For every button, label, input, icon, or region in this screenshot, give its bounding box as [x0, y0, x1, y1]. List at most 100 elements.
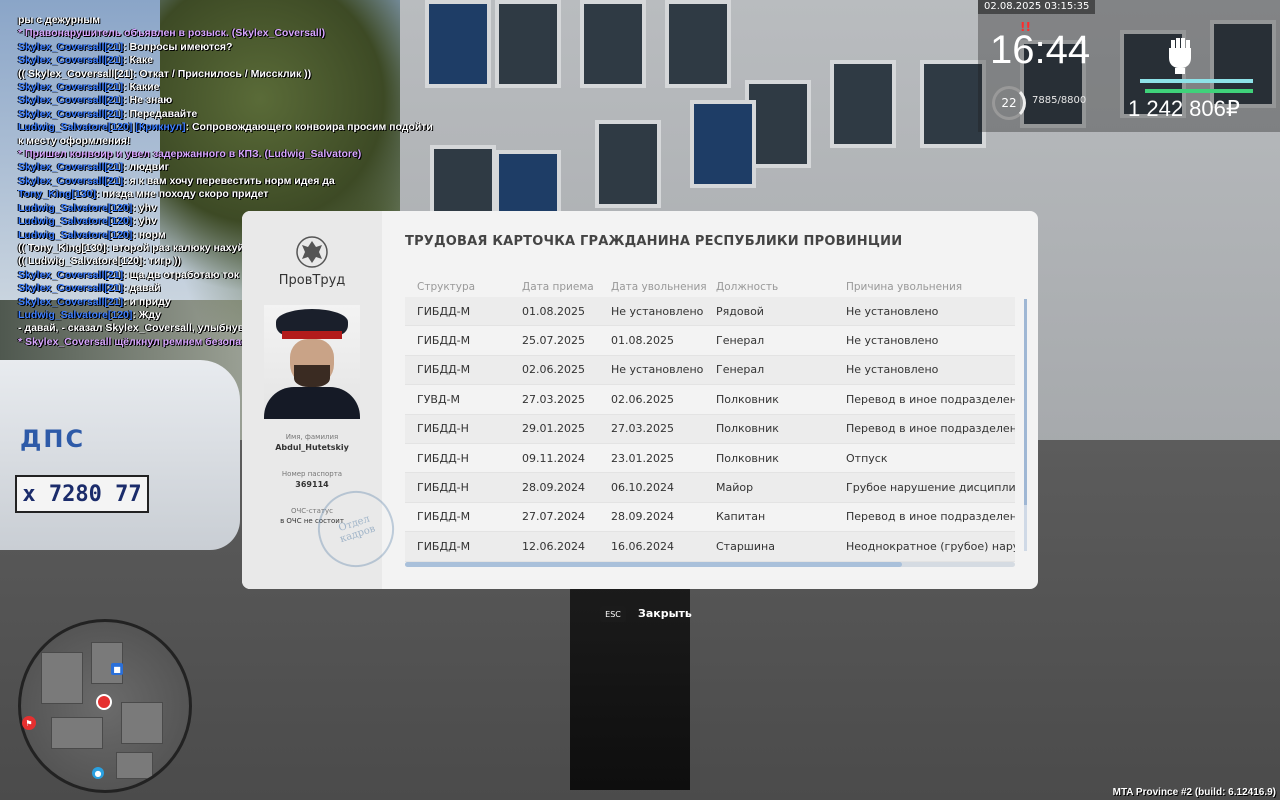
chat-line: ры с дежурным — [18, 14, 458, 27]
cell-reason: Перевод в иное подразделение — [846, 392, 1015, 406]
passport-label: Номер паспорта — [281, 470, 343, 478]
cell-structure: ГИБДД-Н — [417, 481, 469, 495]
table-row: ГИБДД-М 27.07.2024 28.09.2024 Капитан Перево… — [405, 503, 1015, 533]
chat-player-name: Skylex_Coversall[21] — [18, 54, 124, 67]
cell-dismissal-date: 27.03.2025 — [611, 422, 674, 436]
horizontal-scroll-thumb[interactable] — [405, 562, 902, 567]
map-location-icon: ● — [92, 767, 104, 779]
hud-money: 1 242 806₽ — [1128, 96, 1240, 121]
car-label: ДПС — [20, 425, 86, 453]
chat-line: * Пришел конвоир и увел задержанного в К… — [18, 148, 458, 161]
chat-line: * Правонарушитель объявлен в розыск. (Sk… — [18, 27, 458, 40]
cell-hire-date: 29.01.2025 — [522, 422, 585, 436]
header-reason: Причина увольнения — [846, 281, 963, 293]
chat-player-name: Skylex_Coversall[21] — [18, 94, 124, 107]
cell-dismissal-date: 06.10.2024 — [611, 481, 674, 495]
cell-structure: ГИБДД-М — [417, 539, 471, 553]
chat-player-name: Ludwig_Salvatore[120] — [18, 228, 133, 241]
employment-table: Структура Дата приема Дата увольнения До… — [405, 281, 1015, 562]
chat-message-text: : и приду — [123, 295, 171, 308]
car-plate: х 7280 77 — [15, 475, 149, 513]
table-row: ГИБДД-М 12.06.2024 16.06.2024 Старшина Неодн… — [405, 532, 1015, 562]
chat-message-text: к месту оформления! — [18, 134, 131, 147]
hud-xp: 7885/8800 — [1032, 95, 1087, 106]
player-character — [570, 570, 690, 790]
cell-hire-date: 02.06.2025 — [522, 363, 585, 377]
table-row: ГИБДД-М 02.06.2025 Не установлено Генерал Не… — [405, 355, 1015, 386]
table-row: ГИБДД-Н 28.09.2024 06.10.2024 Майор Грубое н… — [405, 473, 1015, 503]
profile-photo — [264, 305, 360, 419]
armor-bar — [1145, 89, 1253, 93]
chat-message-text: : yhv — [132, 201, 157, 214]
chat-player-name: Skylex_Coversall[21] — [18, 282, 124, 295]
card-profile-panel: ПровТруд Имя, фамилия Abdul_Hutetskiy Но… — [242, 211, 404, 589]
table-row: ГИБДД-Н 09.11.2024 23.01.2025 Полковник Отпу… — [405, 444, 1015, 474]
chat-message-text: (( Skylex_Coversall[21]: Откат / Приснил… — [18, 67, 312, 80]
chat-message-text: : Жду — [132, 308, 161, 321]
cell-structure: ГИБДД-М — [417, 334, 471, 348]
cell-dismissal-date: 23.01.2025 — [611, 451, 674, 465]
hud-date: 02.08.2025 03:15:35 — [978, 0, 1096, 14]
header-structure: Структура — [417, 281, 476, 293]
cell-structure: ГИБДД-Н — [417, 422, 469, 436]
cell-structure: ГУВД-М — [417, 392, 461, 406]
chat-player-name: Ludwig_Salvatore[120] — [18, 201, 133, 214]
chat-message-text: : норм — [132, 228, 166, 241]
table-row: ГИБДД-М 01.08.2025 Не установлено Рядовой Не… — [405, 297, 1015, 327]
employment-card-dialog: ПровТруд Имя, фамилия Abdul_Hutetskiy Но… — [242, 211, 1038, 589]
chat-line: Tony_King[130]: пизда мне походу скоро п… — [18, 188, 458, 201]
chat-message-text: * Пришел конвоир и увел задержанного в К… — [18, 148, 362, 161]
hud-time: 16:44 — [990, 28, 1091, 72]
chat-message-text: : людвиг — [123, 161, 169, 174]
chat-player-name: Tony_King[130] — [18, 188, 96, 201]
cell-reason: Не установлено — [846, 363, 939, 377]
chat-message-text: : Не знаю — [123, 94, 173, 107]
chat-message-text: * Правонарушитель объявлен в розыск. (Sk… — [18, 27, 326, 40]
chat-line: (( Skylex_Coversall[21]: Откат / Приснил… — [18, 68, 458, 81]
close-button[interactable]: Закрыть — [638, 607, 692, 620]
cell-position: Майор — [716, 481, 754, 495]
cell-dismissal-date: 28.09.2024 — [611, 510, 674, 524]
cell-position: Генерал — [716, 363, 765, 377]
chat-player-name: Ludwig_Salvatore[120] — [18, 215, 133, 228]
cell-hire-date: 12.06.2024 — [522, 539, 585, 553]
chat-player-name: Skylex_Coversall[21] — [18, 268, 124, 281]
esc-key-badge[interactable]: ESC — [600, 606, 626, 622]
map-poi-icon: ⚑ — [22, 716, 36, 730]
cell-structure: ГИБДД-М — [417, 363, 471, 377]
cell-position: Капитан — [716, 510, 766, 524]
table-row: ГИБДД-М 25.07.2025 01.08.2025 Генерал Не уст… — [405, 326, 1015, 356]
cell-structure: ГИБДД-М — [417, 510, 471, 524]
cell-reason: Перевод в иное подразделение — [846, 510, 1015, 524]
chat-player-name: Skylex_Coversall[21] — [18, 161, 124, 174]
cell-hire-date: 09.11.2024 — [522, 451, 585, 465]
cell-hire-date: 27.03.2025 — [522, 392, 585, 406]
passport-value: 369114 — [295, 480, 329, 489]
cell-reason: Грубое нарушение дисциплины — [846, 481, 1015, 495]
chat-message-text: : yhv — [132, 215, 157, 228]
cell-hire-date: 25.07.2025 — [522, 334, 585, 348]
chat-line: Skylex_Coversall[21]: Вопросы имеются? — [18, 41, 458, 54]
cell-dismissal-date: Не установлено — [611, 304, 704, 318]
header-dismissal-date: Дата увольнения — [611, 281, 707, 293]
cell-reason: Не установлено — [846, 334, 939, 348]
cell-reason: Отпуск — [846, 451, 888, 465]
eagle-emblem-icon — [296, 235, 328, 269]
health-bar — [1140, 79, 1253, 83]
player-marker-icon — [96, 694, 112, 710]
chat-message-text: - давай, - сказал Skylex_Coversall, улыб… — [18, 322, 275, 335]
cell-structure: ГИБДД-Н — [417, 451, 469, 465]
chat-line: Ludwig_Salvatore[120] [Крикнул]: Сопрово… — [18, 121, 458, 134]
chat-message-text: : давай — [123, 282, 161, 295]
chat-line: Skylex_Coversall[21]: людвиг — [18, 161, 458, 174]
chat-message-text: (( Ludwig_Salvatore[120]: тигр )) — [18, 255, 181, 268]
cell-position: Полковник — [716, 392, 779, 406]
map-building-icon: ■ — [111, 663, 123, 675]
card-title: ТРУДОВАЯ КАРТОЧКА ГРАЖДАНИНА РЕСПУБЛИКИ … — [405, 234, 903, 249]
chat-player-name: Ludwig_Salvatore[120] — [18, 308, 133, 321]
cell-position: Старшина — [716, 539, 775, 553]
chat-line: Skylex_Coversall[21]: Каке — [18, 54, 458, 67]
header-hire-date: Дата приема — [522, 281, 594, 293]
chat-player-name: Skylex_Coversall[21] — [18, 295, 124, 308]
vertical-scroll-thumb[interactable] — [1024, 299, 1027, 505]
